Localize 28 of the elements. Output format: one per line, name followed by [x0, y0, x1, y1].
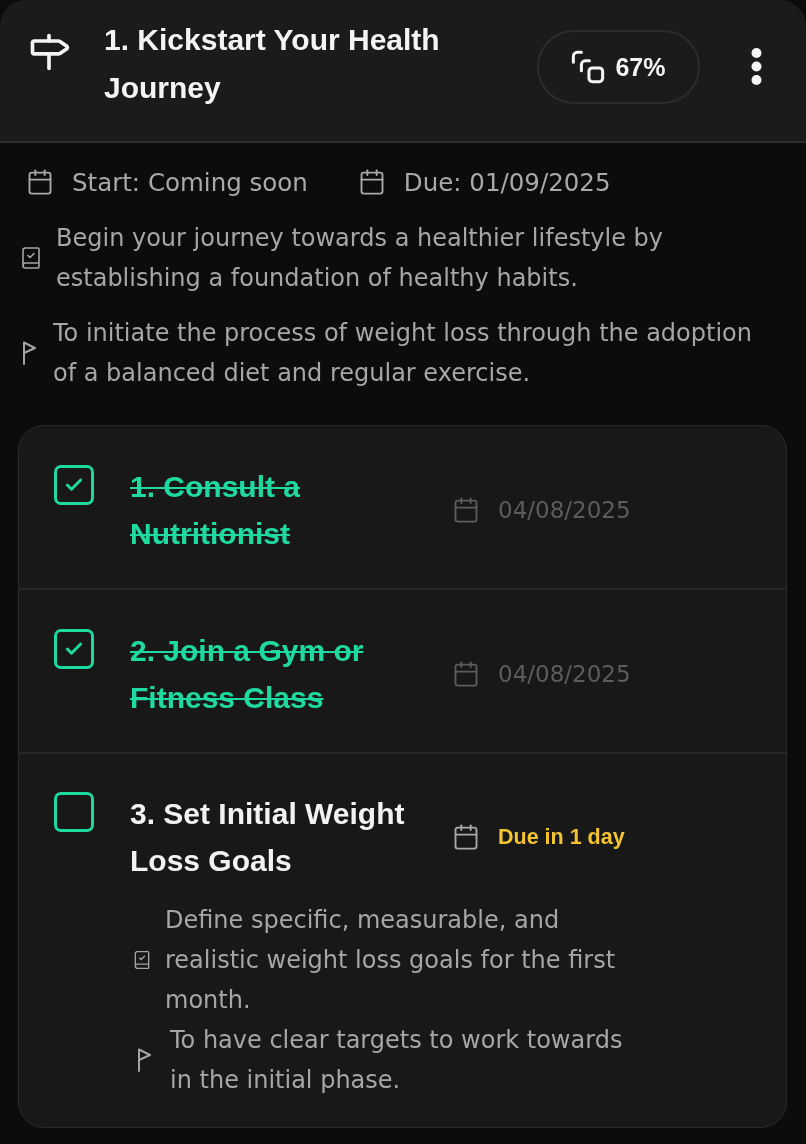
checkbox[interactable] [54, 792, 94, 832]
milestone-description: Begin your journey towards a healthier lifestyle by establishing a foundation of healthy habits. [56, 223, 665, 294]
stacked-squares-icon [571, 50, 606, 84]
more-options-button[interactable] [751, 48, 762, 85]
subtask-goal: To have clear targets to work towards in the initial phase. [170, 1025, 624, 1096]
milestone-goal: To initiate the process of weight loss through the adoption of a balanced diet and regular exercise. [53, 318, 753, 389]
subtask-title: 2. Join a Gym or Fitness Class [130, 633, 365, 716]
book-check-icon [19, 246, 43, 270]
due-date: Due: 01/09/2025 [403, 167, 611, 197]
subtask-title: 1. Consult a Nutritionist [130, 469, 302, 552]
calendar-icon [452, 823, 480, 851]
calendar-icon [26, 168, 54, 196]
flag-icon [137, 1048, 151, 1072]
calendar-icon [452, 496, 480, 524]
subtask-due-date: 04/08/2025 [498, 497, 631, 523]
subtask-due-date: 04/08/2025 [498, 661, 631, 687]
start-date: Start: Coming soon [72, 167, 308, 197]
subtask-due-date: Due in 1 day [498, 824, 625, 850]
milestone-title: 1. Kickstart Your Health Journey [104, 22, 441, 106]
subtask-title: 3. Set Initial Weight Loss Goals [130, 796, 406, 879]
book-check-icon [132, 950, 152, 970]
calendar-icon [452, 660, 480, 688]
checkbox[interactable] [54, 465, 94, 505]
checkbox[interactable] [54, 629, 94, 669]
subtask-description: Define specific, measurable, and realistic weight loss goals for the first month. [165, 905, 617, 1016]
flag-icon [22, 341, 36, 365]
progress-button[interactable]: 67% [537, 30, 700, 104]
vertical-dots-icon [751, 48, 762, 85]
